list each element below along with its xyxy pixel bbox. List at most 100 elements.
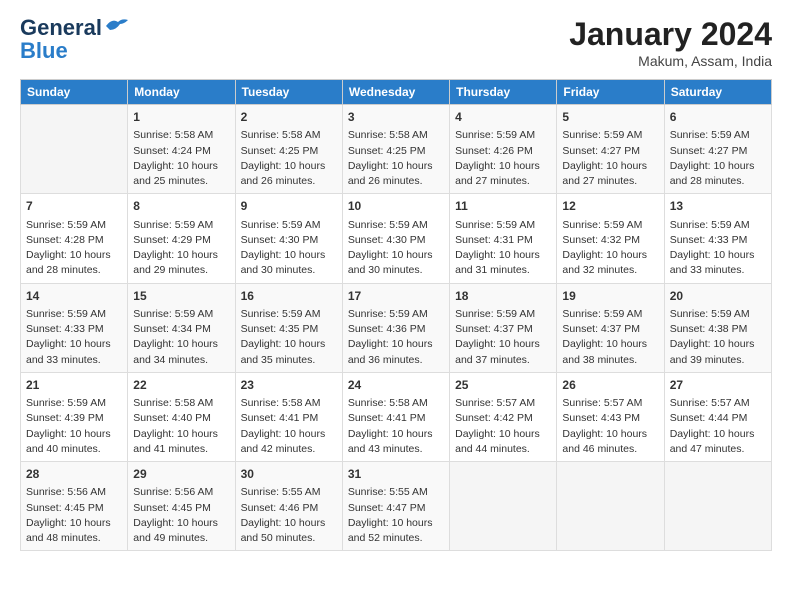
col-header-sunday: Sunday — [21, 80, 128, 105]
daylight-text: Daylight: 10 hours — [26, 248, 122, 263]
sunset-text: Sunset: 4:46 PM — [241, 501, 337, 516]
daylight-text: Daylight: 10 hours — [348, 337, 444, 352]
sunset-text: Sunset: 4:35 PM — [241, 322, 337, 337]
calendar-cell: 3Sunrise: 5:58 AMSunset: 4:25 PMDaylight… — [342, 105, 449, 194]
day-number: 6 — [670, 109, 766, 126]
col-header-saturday: Saturday — [664, 80, 771, 105]
sunrise-text: Sunrise: 5:58 AM — [241, 396, 337, 411]
sunrise-text: Sunrise: 5:58 AM — [133, 396, 229, 411]
daylight-text: and 46 minutes. — [562, 442, 658, 457]
sunset-text: Sunset: 4:45 PM — [133, 501, 229, 516]
day-number: 30 — [241, 466, 337, 483]
calendar-cell: 19Sunrise: 5:59 AMSunset: 4:37 PMDayligh… — [557, 283, 664, 372]
month-title: January 2024 — [569, 16, 772, 53]
calendar-row: 28Sunrise: 5:56 AMSunset: 4:45 PMDayligh… — [21, 462, 772, 551]
daylight-text: Daylight: 10 hours — [241, 159, 337, 174]
sunrise-text: Sunrise: 5:59 AM — [241, 307, 337, 322]
calendar-cell: 14Sunrise: 5:59 AMSunset: 4:33 PMDayligh… — [21, 283, 128, 372]
sunset-text: Sunset: 4:41 PM — [348, 411, 444, 426]
calendar-cell — [450, 462, 557, 551]
day-number: 22 — [133, 377, 229, 394]
sunset-text: Sunset: 4:47 PM — [348, 501, 444, 516]
sunrise-text: Sunrise: 5:59 AM — [26, 396, 122, 411]
daylight-text: and 52 minutes. — [348, 531, 444, 546]
calendar-cell: 15Sunrise: 5:59 AMSunset: 4:34 PMDayligh… — [128, 283, 235, 372]
calendar-cell: 8Sunrise: 5:59 AMSunset: 4:29 PMDaylight… — [128, 194, 235, 283]
calendar-cell: 2 Sunrise: 5:58 AMSunset: 4:25 PMDaylight… — [235, 105, 342, 194]
sunrise-text: Sunrise: 5:59 AM — [670, 307, 766, 322]
daylight-text: and 31 minutes. — [455, 263, 551, 278]
sunset-text: Sunset: 4:41 PM — [241, 411, 337, 426]
calendar-row: 1Sunrise: 5:58 AMSunset: 4:24 PMDaylight… — [21, 105, 772, 194]
day-number: 31 — [348, 466, 444, 483]
daylight-text: and 50 minutes. — [241, 531, 337, 546]
day-number: 25 — [455, 377, 551, 394]
calendar-cell: 30Sunrise: 5:55 AMSunset: 4:46 PMDayligh… — [235, 462, 342, 551]
sunset-text: Sunset: 4:25 PM — [241, 144, 337, 159]
day-number: 3 — [348, 109, 444, 126]
sunset-text: Sunset: 4:38 PM — [670, 322, 766, 337]
calendar-cell: 16Sunrise: 5:59 AMSunset: 4:35 PMDayligh… — [235, 283, 342, 372]
calendar-cell: 29Sunrise: 5:56 AMSunset: 4:45 PMDayligh… — [128, 462, 235, 551]
daylight-text: and 38 minutes. — [562, 353, 658, 368]
sunrise-text: Sunrise: 5:59 AM — [562, 307, 658, 322]
daylight-text: Daylight: 10 hours — [455, 159, 551, 174]
calendar-cell: 11Sunrise: 5:59 AMSunset: 4:31 PMDayligh… — [450, 194, 557, 283]
daylight-text: Daylight: 10 hours — [670, 248, 766, 263]
daylight-text: and 26 minutes. — [241, 174, 337, 189]
day-number: 21 — [26, 377, 122, 394]
daylight-text: and 33 minutes. — [670, 263, 766, 278]
calendar-row: 21Sunrise: 5:59 AMSunset: 4:39 PMDayligh… — [21, 372, 772, 461]
day-number: 23 — [241, 377, 337, 394]
sunrise-text: Sunrise: 5:58 AM — [133, 128, 229, 143]
daylight-text: Daylight: 10 hours — [133, 337, 229, 352]
sunrise-text: Sunrise: 5:58 AM — [348, 128, 444, 143]
logo-bird-icon — [104, 16, 130, 36]
calendar-cell: 1Sunrise: 5:58 AMSunset: 4:24 PMDaylight… — [128, 105, 235, 194]
sunrise-text: Sunrise: 5:59 AM — [241, 218, 337, 233]
daylight-text: Daylight: 10 hours — [455, 248, 551, 263]
sunrise-text: Sunrise: 5:59 AM — [133, 307, 229, 322]
daylight-text: Daylight: 10 hours — [133, 427, 229, 442]
sunset-text: Sunset: 4:26 PM — [455, 144, 551, 159]
daylight-text: and 29 minutes. — [133, 263, 229, 278]
daylight-text: and 27 minutes. — [562, 174, 658, 189]
header: General Blue January 2024 Makum, Assam, … — [20, 16, 772, 69]
day-number: 19 — [562, 288, 658, 305]
calendar-cell: 12Sunrise: 5:59 AMSunset: 4:32 PMDayligh… — [557, 194, 664, 283]
sunset-text: Sunset: 4:42 PM — [455, 411, 551, 426]
daylight-text: Daylight: 10 hours — [670, 337, 766, 352]
logo: General Blue — [20, 16, 130, 62]
calendar-page: General Blue January 2024 Makum, Assam, … — [0, 0, 792, 612]
daylight-text: Daylight: 10 hours — [26, 516, 122, 531]
calendar-row: 7Sunrise: 5:59 AMSunset: 4:28 PMDaylight… — [21, 194, 772, 283]
day-number: 18 — [455, 288, 551, 305]
daylight-text: Daylight: 10 hours — [670, 427, 766, 442]
daylight-text: Daylight: 10 hours — [562, 159, 658, 174]
day-number: 28 — [26, 466, 122, 483]
sunset-text: Sunset: 4:40 PM — [133, 411, 229, 426]
sunrise-text: Sunrise: 5:59 AM — [133, 218, 229, 233]
calendar-cell: 23Sunrise: 5:58 AMSunset: 4:41 PMDayligh… — [235, 372, 342, 461]
sunrise-text: Sunrise: 5:58 AM — [241, 128, 337, 143]
sunset-text: Sunset: 4:32 PM — [562, 233, 658, 248]
sunset-text: Sunset: 4:33 PM — [26, 322, 122, 337]
daylight-text: Daylight: 10 hours — [455, 337, 551, 352]
daylight-text: and 39 minutes. — [670, 353, 766, 368]
daylight-text: and 33 minutes. — [26, 353, 122, 368]
day-number: 12 — [562, 198, 658, 215]
day-number: 17 — [348, 288, 444, 305]
sunset-text: Sunset: 4:45 PM — [26, 501, 122, 516]
calendar-cell: 31Sunrise: 5:55 AMSunset: 4:47 PMDayligh… — [342, 462, 449, 551]
sunrise-text: Sunrise: 5:56 AM — [133, 485, 229, 500]
calendar-cell: 7Sunrise: 5:59 AMSunset: 4:28 PMDaylight… — [21, 194, 128, 283]
col-header-thursday: Thursday — [450, 80, 557, 105]
daylight-text: and 48 minutes. — [26, 531, 122, 546]
col-header-tuesday: Tuesday — [235, 80, 342, 105]
calendar-cell: 17Sunrise: 5:59 AMSunset: 4:36 PMDayligh… — [342, 283, 449, 372]
day-number: 2 — [241, 109, 337, 126]
day-number: 26 — [562, 377, 658, 394]
sunrise-text: Sunrise: 5:57 AM — [670, 396, 766, 411]
calendar-cell: 22 Sunrise: 5:58 AMSunset: 4:40 PMDayligh… — [128, 372, 235, 461]
sunrise-text: Sunrise: 5:55 AM — [241, 485, 337, 500]
